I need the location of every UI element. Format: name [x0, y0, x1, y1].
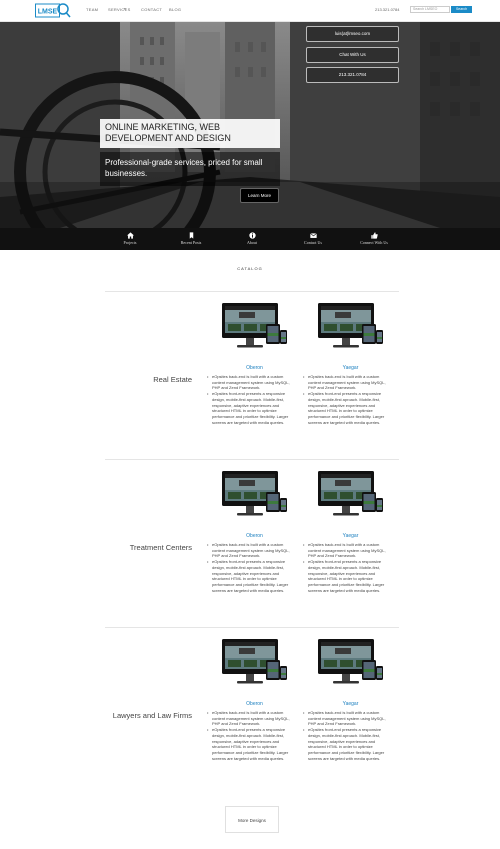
description-bullet: eOpsites front-end presents a responsive… [303, 391, 393, 425]
email-button[interactable]: luis(at)lmseo.com [306, 26, 399, 42]
description-bullet: eOpsites front-end presents a responsive… [207, 559, 297, 593]
device-mockup-image[interactable] [315, 302, 385, 352]
quick-links-bar: Projects Recent Posts About Contact Us C… [0, 228, 500, 250]
quick-link-about[interactable]: About [222, 228, 282, 250]
device-mockup-image[interactable] [219, 470, 289, 520]
description-bullet: eOpsites front-end presents a responsive… [303, 727, 393, 761]
chevron-down-icon[interactable]: ▾ [124, 7, 126, 11]
quick-link-label: Recent Posts [180, 240, 202, 245]
category-title: Treatment Centers [129, 543, 192, 552]
hero-headline: ONLINE MARKETING, WEB DEVELOPMENT AND DE… [100, 119, 280, 148]
project-title-link[interactable]: Yaegar [303, 533, 398, 539]
description-bullet: eOpsites back-end is built with a custom… [207, 542, 297, 559]
project-title-link[interactable]: Oberon [207, 365, 302, 371]
project-title-link[interactable]: Yaegar [303, 365, 398, 371]
quick-link-label: Projects [123, 240, 137, 245]
project-description: eOpsites back-end is built with a custom… [303, 710, 393, 761]
home-icon [126, 232, 134, 239]
project-description: eOpsites back-end is built with a custom… [207, 710, 297, 761]
project-card: Yaegar eOpsites back-end is built with a … [303, 302, 398, 452]
description-bullet: eOpsites back-end is built with a custom… [303, 374, 393, 391]
device-mockup-image[interactable] [315, 470, 385, 520]
search-input[interactable]: Search LMSEO [410, 6, 450, 13]
project-description: eOpsites back-end is built with a custom… [207, 542, 297, 593]
project-title-link[interactable]: Oberon [207, 701, 302, 707]
divider [105, 627, 399, 628]
project-card: Oberon eOpsites back-end is built with a … [207, 638, 302, 788]
nav-services[interactable]: SERVICES [108, 7, 131, 12]
more-designs-button[interactable]: More Designs [225, 806, 279, 833]
quick-link-label: About [247, 240, 257, 245]
category-title: Lawyers and Law Firms [112, 711, 192, 720]
device-mockup-image[interactable] [219, 638, 289, 688]
header-phone[interactable]: 213.321.0784 [375, 7, 399, 12]
category-title: Real Estate [153, 375, 192, 384]
project-title-link[interactable]: Yaegar [303, 701, 398, 707]
project-card: Oberon eOpsites back-end is built with a … [207, 470, 302, 620]
description-bullet: eOpsites back-end is built with a custom… [303, 710, 393, 727]
description-bullet: eOpsites front-end presents a responsive… [303, 559, 393, 593]
project-card: Yaegar eOpsites back-end is built with a … [303, 638, 398, 788]
thumbs-up-icon [370, 232, 378, 239]
hero-subline: Professional-grade services, priced for … [100, 152, 280, 186]
device-mockup-image[interactable] [315, 638, 385, 688]
bookmark-icon [189, 232, 193, 239]
quick-link-label: Connect With Us [360, 240, 388, 245]
project-card: Oberon eOpsites back-end is built with a … [207, 302, 302, 452]
top-navbar: LMSE TEAM SERVICES ▾ CONTACT BLOG 213.32… [0, 0, 500, 22]
quick-link-label: Contact Us [304, 240, 322, 245]
nav-blog[interactable]: BLOG [169, 7, 181, 12]
description-bullet: eOpsites back-end is built with a custom… [207, 710, 297, 727]
svg-text:LMSE: LMSE [38, 9, 58, 16]
device-mockup-image[interactable] [219, 302, 289, 352]
info-icon [248, 232, 256, 239]
description-bullet: eOpsites back-end is built with a custom… [207, 374, 297, 391]
search-button[interactable]: Search [451, 6, 472, 13]
description-bullet: eOpsites front-end presents a responsive… [207, 391, 297, 425]
chat-button[interactable]: Chat With Us [306, 47, 399, 63]
project-title-link[interactable]: Oberon [207, 533, 302, 539]
quick-link-contact[interactable]: Contact Us [283, 228, 343, 250]
mail-icon [309, 233, 317, 238]
quick-link-connect[interactable]: Connect With Us [344, 228, 404, 250]
quick-link-projects[interactable]: Projects [100, 228, 160, 250]
catalog-heading: CATALOG [237, 266, 263, 271]
project-card: Yaegar eOpsites back-end is built with a … [303, 470, 398, 620]
nav-contact[interactable]: CONTACT [141, 7, 162, 12]
project-description: eOpsites back-end is built with a custom… [303, 374, 393, 425]
learn-more-button[interactable]: Learn More [240, 188, 279, 203]
description-bullet: eOpsites back-end is built with a custom… [303, 542, 393, 559]
quick-link-recent-posts[interactable]: Recent Posts [161, 228, 221, 250]
phone-button[interactable]: 213.321.0784 [306, 67, 399, 83]
project-description: eOpsites back-end is built with a custom… [207, 374, 297, 425]
lmse-logo[interactable]: LMSE [35, 3, 71, 18]
nav-team[interactable]: TEAM [86, 7, 98, 12]
divider [105, 459, 399, 460]
divider [105, 291, 399, 292]
description-bullet: eOpsites front-end presents a responsive… [207, 727, 297, 761]
project-description: eOpsites back-end is built with a custom… [303, 542, 393, 593]
